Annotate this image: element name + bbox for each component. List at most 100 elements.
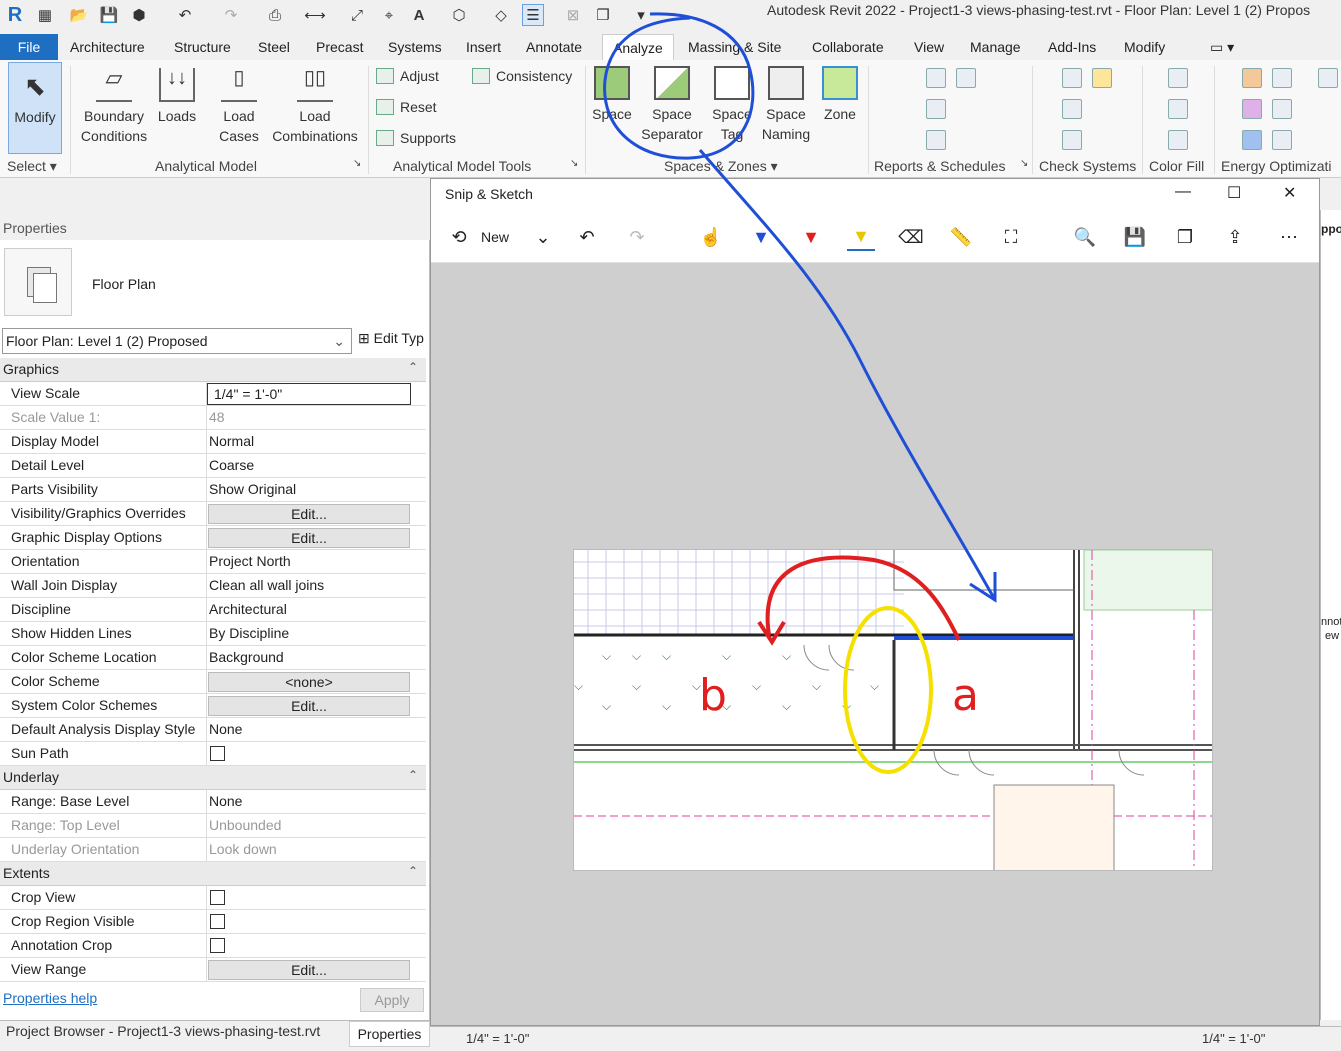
maximize-icon[interactable]: ☐	[1227, 183, 1241, 203]
crop-icon[interactable]: ⛶	[997, 223, 1025, 251]
tab-project-browser[interactable]: Project Browser - Project1-3 views-phasi…	[6, 1023, 320, 1039]
material-takeoff-icon[interactable]	[926, 99, 946, 119]
text-icon[interactable]: A	[408, 4, 430, 26]
close-icon[interactable]: ✕	[1283, 183, 1296, 203]
new-button[interactable]: New	[481, 229, 509, 245]
new-snip-icon[interactable]: ⟲	[445, 223, 473, 251]
supports-button[interactable]: Supports	[376, 130, 456, 146]
crop-region-visible-checkbox[interactable]	[210, 914, 225, 929]
edit-type-button[interactable]: ⊞ Edit Typ	[358, 330, 424, 347]
zone-button[interactable]: Zone	[818, 66, 862, 124]
properties-help-link[interactable]: Properties help	[3, 990, 97, 1006]
view-range-edit-button[interactable]: Edit...	[208, 960, 410, 980]
3d-view-icon[interactable]: ⬡	[448, 4, 470, 26]
more-tools-icon[interactable]	[1318, 68, 1338, 88]
prop-row[interactable]: Range: Base Level None	[0, 790, 426, 814]
home-icon[interactable]: ▦	[34, 4, 56, 26]
tab-collaborate[interactable]: Collaborate	[812, 34, 884, 60]
energy-settings-icon[interactable]	[1272, 68, 1292, 88]
schedule-quantities-icon[interactable]	[956, 68, 976, 88]
tab-modify[interactable]: Modify	[1124, 34, 1165, 60]
dimension-icon[interactable]: ⤢	[346, 4, 368, 26]
undo-icon[interactable]: ↶	[573, 223, 601, 251]
boundary-conditions-button[interactable]: ⏥ Boundary Conditions	[80, 67, 148, 146]
close-hidden-icon[interactable]: ⊠	[562, 4, 584, 26]
prop-row[interactable]: Default Analysis Display Style None	[0, 718, 426, 742]
color-fill-legend-icon[interactable]	[1168, 130, 1188, 150]
switch-windows-icon[interactable]: ❐	[592, 4, 614, 26]
tab-view[interactable]: View	[914, 34, 944, 60]
system-color-schemes-edit-button[interactable]: Edit...	[208, 696, 410, 716]
panel-launcher-icon[interactable]: ↘	[1020, 158, 1028, 169]
highlighter-icon[interactable]: ▼	[847, 223, 875, 251]
ruler-icon[interactable]: 📏	[947, 223, 975, 251]
undo-icon[interactable]: ↶	[174, 4, 196, 26]
space-naming-button[interactable]: Space Naming	[758, 66, 814, 144]
snip-canvas[interactable]: ⌵ ⌵ ⌵ ⌵ ⌵ ⌵ ⌵ ⌵ ⌵ ⌵ ⌵ ⌵ ⌵ ⌵ ⌵ ⌵ b a	[573, 549, 1213, 871]
annotation-crop-checkbox[interactable]	[210, 938, 225, 953]
view-instance-selector[interactable]: Floor Plan: Level 1 (2) Proposed ⌄	[2, 328, 352, 354]
graphic-display-edit-button[interactable]: Edit...	[208, 528, 410, 548]
group-underlay[interactable]: Underlay ⌃	[0, 766, 426, 790]
panel-launcher-icon[interactable]: ↘	[353, 158, 361, 169]
redo-icon[interactable]: ↷	[623, 223, 651, 251]
tab-systems[interactable]: Systems	[388, 34, 442, 60]
energy-model-icon[interactable]	[1242, 68, 1262, 88]
tab-structure[interactable]: Structure	[174, 34, 231, 60]
schedule-icon[interactable]	[926, 68, 946, 88]
insight-icon[interactable]	[1242, 130, 1262, 150]
eraser-icon[interactable]: ⌫	[897, 223, 925, 251]
pipe-legend-icon[interactable]	[1168, 99, 1188, 119]
qat-dropdown-icon[interactable]: ▾	[630, 4, 652, 26]
prop-row[interactable]: Detail Level Coarse	[0, 454, 426, 478]
more-icon[interactable]: ⋯	[1275, 223, 1303, 251]
chevron-down-icon[interactable]: ⌄	[529, 223, 557, 251]
results-icon[interactable]	[1272, 99, 1292, 119]
tag-icon[interactable]: ⌖	[378, 4, 400, 26]
consistency-button[interactable]: Consistency	[472, 68, 572, 84]
ballpoint-pen-icon[interactable]: ▼	[747, 223, 775, 251]
redo-icon[interactable]: ↷	[220, 4, 242, 26]
share-icon[interactable]: ⇪	[1221, 223, 1249, 251]
apply-button[interactable]: Apply	[360, 988, 424, 1012]
save-icon[interactable]: 💾	[1121, 223, 1149, 251]
modify-button[interactable]: ⬉ Modify	[8, 62, 62, 154]
tab-file[interactable]: File	[0, 34, 58, 60]
space-button[interactable]: Space	[590, 66, 634, 124]
tab-manage[interactable]: Manage	[970, 34, 1021, 60]
print-icon[interactable]: ⎙	[264, 4, 286, 26]
prop-row[interactable]: Discipline Architectural	[0, 598, 426, 622]
spaces-zones-panel-label[interactable]: Spaces & Zones ▾	[664, 158, 778, 175]
color-scheme-button[interactable]: <none>	[208, 672, 410, 692]
check-duct-icon[interactable]	[1062, 68, 1082, 88]
panel-launcher-icon[interactable]: ↘	[570, 158, 578, 169]
tab-massing-site[interactable]: Massing & Site	[688, 34, 781, 60]
generate-icon[interactable]	[1242, 99, 1262, 119]
chart-icon[interactable]	[1272, 130, 1292, 150]
pencil-icon[interactable]: ▼	[797, 223, 825, 251]
reset-button[interactable]: Reset	[376, 99, 437, 115]
check-circuits-icon[interactable]	[1062, 130, 1082, 150]
tab-add-ins[interactable]: Add-Ins	[1048, 34, 1096, 60]
touch-writing-icon[interactable]: ☝	[697, 223, 725, 251]
crop-view-checkbox[interactable]	[210, 890, 225, 905]
adjust-button[interactable]: Adjust	[376, 68, 439, 84]
space-tag-button[interactable]: Space Tag	[710, 66, 754, 144]
view-scale-field[interactable]: 1/4" = 1'-0"	[207, 383, 411, 405]
section-icon[interactable]: ◇	[490, 4, 512, 26]
view-scale-status[interactable]: 1/4" = 1'-0"	[1202, 1031, 1265, 1046]
tab-analyze[interactable]: Analyze	[602, 34, 674, 60]
tab-architecture[interactable]: Architecture	[70, 34, 145, 60]
tab-insert[interactable]: Insert	[466, 34, 501, 60]
save-icon[interactable]: 💾	[98, 4, 120, 26]
view-scale-status[interactable]: 1/4" = 1'-0"	[466, 1031, 529, 1046]
warning-icon[interactable]	[1092, 68, 1112, 88]
load-combinations-button[interactable]: ▯▯ Load Combinations	[268, 68, 362, 146]
thin-lines-icon[interactable]: ☰	[522, 4, 544, 26]
prop-row[interactable]: Wall Join Display Clean all wall joins	[0, 574, 426, 598]
ribbon-options-icon[interactable]: ▭ ▾	[1210, 34, 1234, 60]
prop-row[interactable]: Display Model Normal	[0, 430, 426, 454]
tab-annotate[interactable]: Annotate	[526, 34, 582, 60]
minimize-icon[interactable]: —	[1175, 183, 1191, 201]
zoom-icon[interactable]: 🔍	[1071, 223, 1099, 251]
